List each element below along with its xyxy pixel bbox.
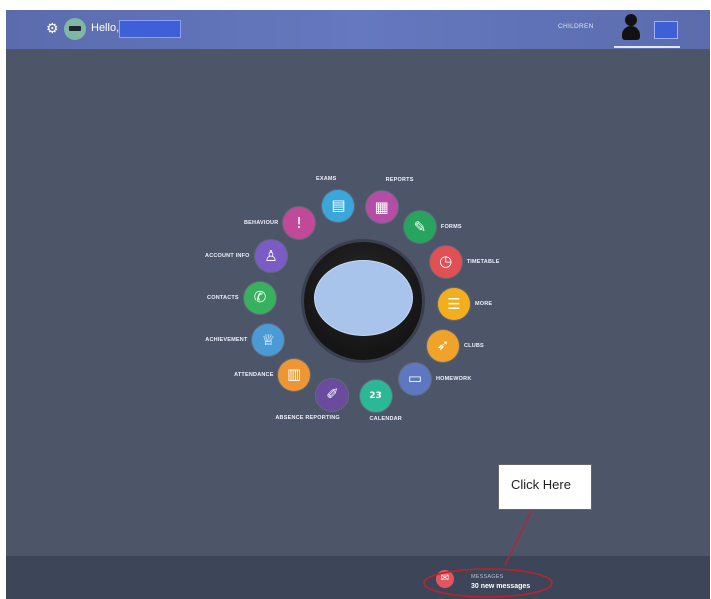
- menu-item-clubs[interactable]: ➶: [426, 329, 459, 362]
- callout-text: Click Here: [511, 477, 571, 492]
- calendar-icon: 23: [369, 390, 382, 401]
- forms-edit-icon: ✎: [413, 217, 427, 236]
- menu-item-calendar[interactable]: 23: [359, 380, 392, 413]
- menu-label-homework: HOMEWORK: [435, 375, 472, 382]
- menu-label-exams: EXAMS: [315, 175, 337, 182]
- menu-label-calendar: CALENDAR: [369, 416, 402, 423]
- app-screen: ⚙ Hello, CHILDREN ▤ EXAMS ▦ REPORTS ✎ FORMS ◷ T…: [6, 10, 710, 599]
- menu-label-account-info: ACCOUNT INFO: [205, 253, 250, 260]
- menu-item-more[interactable]: ☰: [437, 288, 470, 321]
- menu-item-account-info[interactable]: ♙: [255, 240, 288, 273]
- mail-icon[interactable]: ✉: [436, 570, 454, 588]
- menu-label-clubs: CLUBS: [463, 342, 484, 349]
- menu-label-achievement: ACHIEVEMENT: [205, 337, 248, 344]
- menu-label-more: MORE: [474, 301, 493, 308]
- menu-item-achievement[interactable]: ♕: [252, 324, 285, 357]
- timetable-clock-icon: ◷: [439, 252, 453, 271]
- menu-item-reports[interactable]: ▦: [365, 191, 398, 224]
- click-here-callout: Click Here: [498, 464, 592, 510]
- menu-wheel: ▤ EXAMS ▦ REPORTS ✎ FORMS ◷ TIMETABLE ☰ MORE ➶ CLUB…: [6, 10, 710, 599]
- messages-count[interactable]: 30 new messages: [471, 583, 530, 590]
- absence-flashlight-icon: ✐: [326, 385, 339, 404]
- contacts-phone-icon: ✆: [253, 288, 267, 307]
- menu-label-forms: FORMS: [440, 224, 462, 231]
- attendance-chart-icon: ▥: [287, 365, 302, 384]
- menu-item-forms[interactable]: ✎: [403, 211, 436, 244]
- account-user-icon: ♙: [264, 246, 278, 265]
- menu-label-attendance: ATTENDANCE: [234, 371, 274, 378]
- menu-item-exams[interactable]: ▤: [322, 189, 355, 222]
- menu-item-attendance[interactable]: ▥: [278, 358, 311, 391]
- homework-briefcase-icon: ▭: [407, 369, 423, 388]
- menu-label-behaviour: BEHAVIOUR: [244, 220, 279, 227]
- exams-certificate-icon: ▤: [331, 196, 346, 215]
- achievement-trophy-icon: ♕: [261, 330, 275, 349]
- behaviour-alert-icon: !: [295, 213, 302, 232]
- more-list-icon: ☰: [447, 294, 461, 313]
- menu-item-homework[interactable]: ▭: [398, 362, 431, 395]
- menu-item-absence-reporting[interactable]: ✐: [316, 378, 349, 411]
- menu-item-behaviour[interactable]: !: [283, 207, 315, 240]
- clubs-runner-icon: ➶: [436, 336, 450, 355]
- messages-title: MESSAGES: [471, 574, 504, 580]
- menu-item-contacts[interactable]: ✆: [244, 281, 277, 314]
- reports-document-icon: ▦: [374, 197, 389, 216]
- student-photo-redaction: [314, 260, 413, 336]
- menu-item-timetable[interactable]: ◷: [429, 245, 462, 278]
- bottom-bar: [6, 556, 710, 599]
- menu-label-absence-reporting: ABSENCE REPORTING: [275, 414, 340, 421]
- menu-label-contacts: CONTACTS: [207, 294, 239, 301]
- menu-label-timetable: TIMETABLE: [466, 258, 500, 265]
- menu-label-reports: REPORTS: [385, 177, 414, 184]
